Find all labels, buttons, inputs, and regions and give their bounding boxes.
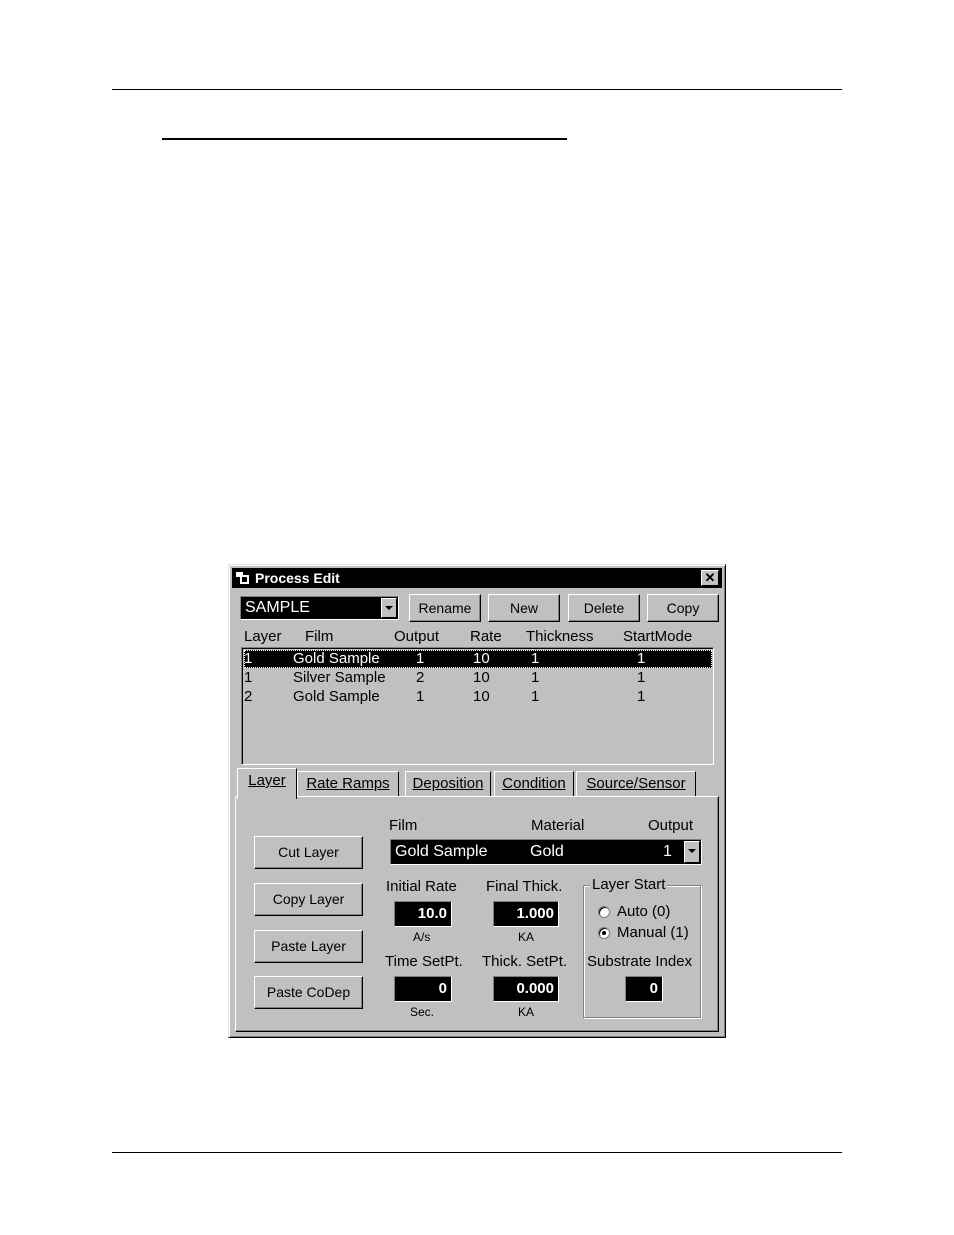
time-setpt-label: Time SetPt. [385,953,463,970]
process-select[interactable]: SAMPLE [240,596,399,620]
material-header: Material [531,817,585,834]
paste-codep-button[interactable]: Paste CoDep [254,976,363,1009]
rename-button[interactable]: Rename [409,594,481,622]
page-bottom-rule [112,1152,842,1153]
col-header-startmode: StartMode [623,628,693,645]
app-icon [236,572,249,584]
cut-layer-button[interactable]: Cut Layer [254,836,363,869]
tab-layer[interactable]: Layer [237,768,297,799]
initial-rate-label: Initial Rate [386,878,457,895]
chevron-down-icon[interactable] [684,841,700,863]
process-edit-window: Process Edit ✕ SAMPLE Rename New Delete … [228,564,726,1038]
paste-layer-button[interactable]: Paste Layer [254,930,363,963]
chevron-down-icon[interactable] [381,598,397,618]
film-header: Film [389,817,418,834]
output-value: 1 [663,843,672,860]
manual-radio[interactable] [598,927,610,939]
thick-setpt-label: Thick. SetPt. [482,953,568,970]
window-title: Process Edit [255,570,340,586]
material-value: Gold [530,843,564,860]
auto-radio[interactable] [598,906,610,918]
heading-underline [162,138,567,140]
copy-button[interactable]: Copy [647,594,719,622]
process-select-value: SAMPLE [245,599,310,616]
tab-condition[interactable]: Condition [494,771,574,797]
final-thick-unit: KA [518,930,535,944]
final-thick-label: Final Thick. [486,878,563,895]
col-header-layer: Layer [244,628,282,645]
tab-rate-ramps[interactable]: Rate Ramps [297,771,399,797]
close-button[interactable]: ✕ [701,570,719,586]
film-select[interactable]: Gold Sample Gold 1 [390,839,702,865]
thick-setpt-input[interactable]: 0.000 [493,976,559,1002]
table-row[interactable]: 2 Gold Sample 1 10 1 1 [244,688,712,706]
final-thick-input[interactable]: 1.000 [493,901,559,927]
col-header-rate: Rate [470,628,502,645]
time-setpt-input[interactable]: 0 [394,976,452,1002]
col-header-film: Film [305,628,334,645]
tab-deposition[interactable]: Deposition [405,771,491,797]
auto-radio-label: Auto (0) [617,903,671,920]
film-select-value: Gold Sample [395,843,488,860]
manual-radio-label: Manual (1) [617,924,689,941]
col-header-thickness: Thickness [526,628,594,645]
thick-setpt-unit: KA [518,1005,535,1019]
page-top-rule [112,89,842,90]
initial-rate-unit: A/s [413,930,431,944]
delete-button[interactable]: Delete [568,594,640,622]
new-button[interactable]: New [488,594,560,622]
initial-rate-input[interactable]: 10.0 [394,901,452,927]
layer-start-label: Layer Start [590,876,668,893]
close-icon: ✕ [704,570,716,585]
copy-layer-button[interactable]: Copy Layer [254,883,363,916]
layer-list[interactable]: 1 Gold Sample 1 10 1 1 1 Silver Sample 2… [241,647,714,765]
table-row[interactable]: 1 Silver Sample 2 10 1 1 [244,669,712,687]
substrate-index-input[interactable]: 0 [625,976,663,1002]
output-header: Output [648,817,694,834]
title-bar[interactable]: Process Edit ✕ [232,568,722,588]
tab-source-sensor[interactable]: Source/Sensor [576,771,696,797]
substrate-index-label: Substrate Index [587,953,693,970]
table-row[interactable]: 1 Gold Sample 1 10 1 1 [244,650,712,668]
col-header-output: Output [394,628,440,645]
time-setpt-unit: Sec. [410,1005,435,1019]
